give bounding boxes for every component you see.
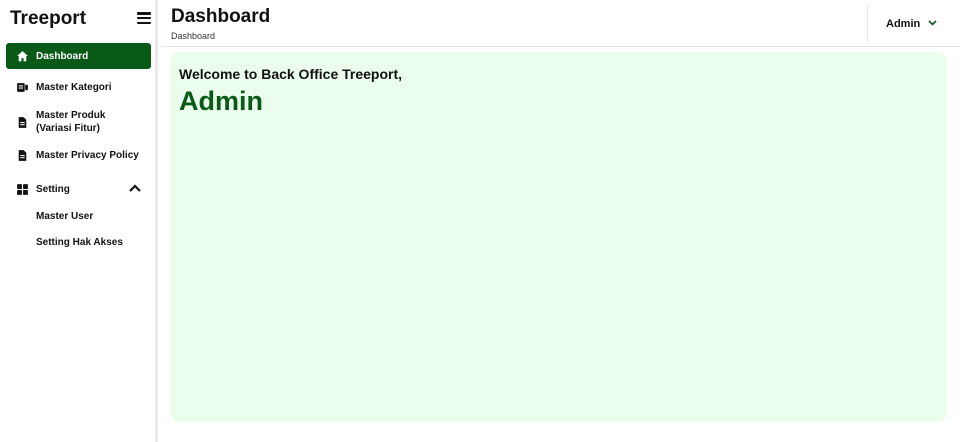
sidebar-item-setting[interactable]: Setting	[6, 178, 151, 200]
sidebar-item-label: Master Kategori	[36, 81, 112, 93]
brand-logo[interactable]: Treeport	[10, 8, 86, 30]
sidebar-item-dashboard[interactable]: Dashboard	[6, 43, 151, 69]
grid-icon	[17, 183, 28, 195]
welcome-card: Welcome to Back Office Treeport, Admin	[170, 52, 947, 422]
sidebar-subitem-setting-hak-akses[interactable]: Setting Hak Akses	[6, 235, 151, 251]
sidebar: Treeport Dashboard Master Kategori Maste…	[0, 0, 158, 442]
welcome-text: Welcome to Back Office Treeport,	[179, 66, 403, 82]
user-menu-dropdown[interactable]: Admin	[867, 5, 960, 42]
sidebar-item-label: Setting	[36, 183, 70, 195]
sidebar-item-label: Master Privacy Policy	[36, 149, 139, 161]
home-icon	[17, 50, 28, 61]
app-root: Treeport Dashboard Master Kategori Maste…	[0, 0, 960, 442]
document-icon	[18, 116, 27, 128]
user-name-label: Admin	[886, 17, 921, 30]
top-header: Dashboard Dashboard Admin	[161, 0, 960, 47]
sidebar-item-master-produk[interactable]: Master Produk (Variasi Fitur)	[6, 107, 151, 137]
hamburger-menu-icon[interactable]	[137, 12, 151, 25]
chevron-down-icon	[928, 20, 937, 26]
breadcrumb[interactable]: Dashboard	[171, 31, 215, 41]
sidebar-item-label: Dashboard	[36, 50, 89, 62]
sidebar-item-master-kategori[interactable]: Master Kategori	[6, 76, 151, 98]
chevron-up-icon[interactable]	[129, 184, 141, 192]
document-icon	[18, 149, 27, 161]
sidebar-item-label: Master Produk (Variasi Fitur)	[36, 110, 106, 134]
sidebar-menu: Dashboard Master Kategori Master Produk …	[6, 43, 151, 251]
welcome-user-name: Admin	[179, 86, 263, 116]
sidebar-subitem-master-user[interactable]: Master User	[6, 209, 151, 225]
page-title: Dashboard	[171, 6, 271, 27]
sidebar-item-master-privacy-policy[interactable]: Master Privacy Policy	[6, 144, 151, 166]
category-icon	[17, 82, 28, 92]
